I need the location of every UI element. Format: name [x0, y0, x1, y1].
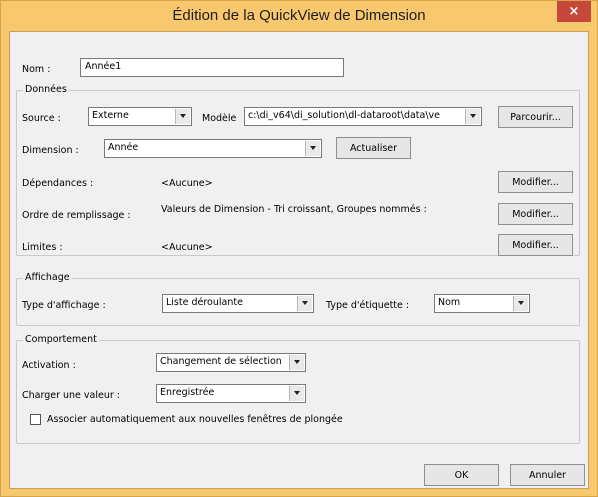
load-value-select[interactable]: Enregistrée: [156, 384, 306, 403]
behavior-group-legend: Comportement: [23, 334, 99, 345]
model-label: Modèle: [202, 113, 237, 124]
name-label: Nom :: [22, 64, 51, 75]
label-type-select-dropdown[interactable]: [513, 296, 528, 311]
source-select[interactable]: Externe: [88, 107, 192, 126]
dimension-select[interactable]: Année: [104, 139, 322, 158]
source-label: Source :: [22, 113, 61, 124]
display-type-select-dropdown[interactable]: [297, 296, 312, 311]
chevron-down-icon: [310, 146, 316, 150]
chevron-down-icon: [518, 301, 524, 305]
label-type-label: Type d'étiquette :: [326, 300, 410, 311]
name-input[interactable]: Année1: [80, 58, 344, 77]
limits-label: Limites :: [22, 242, 63, 253]
dimension-label: Dimension :: [22, 145, 79, 156]
close-button[interactable]: ×: [557, 1, 591, 22]
dependencies-label: Dépendances :: [22, 178, 94, 189]
activation-label: Activation :: [22, 360, 76, 371]
load-value-select-value: Enregistrée: [160, 387, 215, 398]
display-type-select-value: Liste déroulante: [166, 297, 243, 308]
refresh-button[interactable]: Actualiser: [336, 137, 411, 159]
limits-value: <Aucune>: [161, 242, 213, 253]
auto-associate-label: Associer automatiquement aux nouvelles f…: [47, 414, 343, 425]
dialog-window: Édition de la QuickView de Dimension × N…: [0, 0, 598, 497]
limits-edit-button[interactable]: Modifier...: [498, 234, 573, 256]
chevron-down-icon: [294, 391, 300, 395]
dependencies-edit-button[interactable]: Modifier...: [498, 171, 573, 193]
chevron-down-icon: [294, 360, 300, 364]
display-group-legend: Affichage: [23, 272, 72, 283]
display-type-label: Type d'affichage :: [22, 300, 106, 311]
fill-order-label: Ordre de remplissage :: [22, 210, 131, 221]
dialog-title: Édition de la QuickView de Dimension: [172, 7, 426, 24]
dialog-body: Nom : Année1 Données Source : Externe Mo…: [9, 31, 589, 489]
label-type-select[interactable]: Nom: [434, 294, 530, 313]
fill-order-value: Valeurs de Dimension - Tri croissant, Gr…: [161, 204, 427, 215]
chevron-down-icon: [302, 301, 308, 305]
source-select-value: Externe: [92, 110, 129, 121]
browse-button[interactable]: Parcourir...: [498, 106, 573, 128]
title-bar[interactable]: Édition de la QuickView de Dimension ×: [1, 1, 597, 31]
source-select-dropdown[interactable]: [175, 109, 190, 124]
chevron-down-icon: [470, 114, 476, 118]
activation-select-dropdown[interactable]: [289, 355, 304, 370]
activation-select-value: Changement de sélection: [160, 356, 282, 367]
auto-associate-checkbox[interactable]: [30, 414, 41, 425]
model-select-dropdown[interactable]: [465, 109, 480, 124]
fill-order-edit-button[interactable]: Modifier...: [498, 203, 573, 225]
chevron-down-icon: [180, 114, 186, 118]
load-value-select-dropdown[interactable]: [289, 386, 304, 401]
model-select-value: c:\di_v64\di_solution\dl-dataroot\data\v…: [248, 110, 441, 121]
dimension-select-value: Année: [108, 142, 139, 153]
display-type-select[interactable]: Liste déroulante: [162, 294, 314, 313]
ok-button[interactable]: OK: [424, 464, 499, 486]
close-icon: ×: [568, 4, 580, 19]
dependencies-value: <Aucune>: [161, 178, 213, 189]
load-value-label: Charger une valeur :: [22, 390, 120, 401]
dimension-select-dropdown[interactable]: [305, 141, 320, 156]
model-select[interactable]: c:\di_v64\di_solution\dl-dataroot\data\v…: [244, 107, 482, 126]
data-group-legend: Données: [23, 84, 69, 95]
cancel-button[interactable]: Annuler: [510, 464, 585, 486]
activation-select[interactable]: Changement de sélection: [156, 353, 306, 372]
label-type-select-value: Nom: [438, 297, 461, 308]
